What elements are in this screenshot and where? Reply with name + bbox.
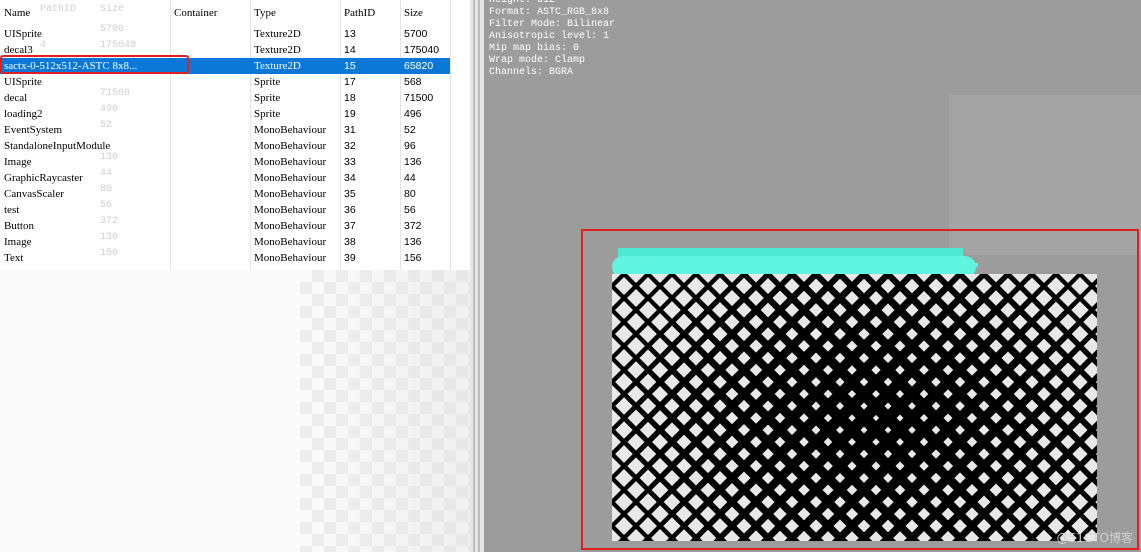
cell-type: Sprite (254, 108, 281, 120)
cell-size: 372 (404, 220, 422, 232)
table-row[interactable]: Image MonoBehaviour 38 136 (0, 234, 450, 250)
cell-type: MonoBehaviour (254, 252, 327, 264)
cell-name: loading2 (4, 108, 43, 120)
column-header-pathid[interactable]: PathID (344, 0, 375, 26)
info-line: Mip map bias: 0 (489, 43, 580, 54)
cell-size: 5700 (404, 28, 428, 40)
cell-type: Sprite (254, 76, 281, 88)
info-line: Filter Mode: Bilinear (489, 19, 616, 30)
info-line: Anisotropic level: 1 (489, 31, 610, 42)
cell-type: MonoBehaviour (254, 220, 327, 232)
cell-name: Text (4, 252, 24, 264)
cell-name: Image (4, 156, 32, 168)
cell-type: MonoBehaviour (254, 140, 327, 152)
cell-type: Texture2D (254, 60, 301, 72)
table-row[interactable]: Button MonoBehaviour 37 372 (0, 218, 450, 234)
table-row[interactable]: loading2 Sprite 19 496 (0, 106, 450, 122)
cell-size: 136 (404, 156, 422, 168)
cell-name: test (4, 204, 20, 216)
cell-size: 80 (404, 188, 416, 200)
cell-name: Image (4, 236, 32, 248)
cell-type: MonoBehaviour (254, 236, 327, 248)
column-header-size[interactable]: Size (404, 0, 423, 26)
asset-table-header: Name Container Type PathID Size (0, 0, 470, 26)
table-row[interactable]: test MonoBehaviour 36 56 (0, 202, 450, 218)
cell-size: 175040 (404, 44, 440, 56)
splitter-grip (473, 0, 475, 552)
cell-size: 65820 (404, 60, 434, 72)
cell-size: 71500 (404, 92, 434, 104)
cell-size: 568 (404, 76, 422, 88)
info-line: Height: 512 (489, 0, 556, 6)
cell-type: Sprite (254, 92, 281, 104)
cell-type: MonoBehaviour (254, 172, 327, 184)
cell-name: Button (4, 220, 34, 232)
table-row[interactable]: StandaloneInputModule MonoBehaviour 32 96 (0, 138, 450, 154)
info-line: Channels: BGRA (489, 67, 574, 78)
table-row[interactable]: EventSystem MonoBehaviour 31 52 (0, 122, 450, 138)
selected-row-highlight-frame (0, 55, 189, 74)
cell-name: CanvasScaler (4, 188, 64, 200)
texture-preview-panel: Height: 512 Format: ASTC_RGB_8x8 Filter Mo… (484, 0, 1141, 552)
cell-size: 136 (404, 236, 422, 248)
cell-size: 496 (404, 108, 422, 120)
cell-type: Texture2D (254, 28, 301, 40)
cell-name: StandaloneInputModule (4, 140, 111, 152)
cell-size: 44 (404, 172, 416, 184)
column-header-type[interactable]: Type (254, 0, 276, 26)
asset-list-panel: PathID Size 5700 4 175040 71500 496 52 136 44 80 56… (0, 0, 470, 552)
table-row[interactable]: UISprite Sprite 17 568 (0, 74, 450, 90)
texture-highlight-frame (581, 229, 1139, 550)
splitter-grip (478, 0, 480, 552)
table-row[interactable]: Text MonoBehaviour 39 156 (0, 250, 450, 266)
cell-type: Texture2D (254, 44, 301, 56)
cell-type: MonoBehaviour (254, 188, 327, 200)
cell-name: UISprite (4, 28, 42, 40)
cell-name: EventSystem (4, 124, 63, 136)
info-line: Format: ASTC_RGB_8x8 (489, 7, 610, 18)
table-row[interactable]: UISprite Texture2D 13 5700 (0, 26, 450, 42)
table-row[interactable]: CanvasScaler MonoBehaviour 35 80 (0, 186, 450, 202)
cell-size: 52 (404, 124, 416, 136)
table-row[interactable]: Image MonoBehaviour 33 136 (0, 154, 450, 170)
cell-type: MonoBehaviour (254, 156, 327, 168)
texture-info: Height: 512 Format: ASTC_RGB_8x8 Filter Mo… (489, 0, 615, 79)
column-header-name[interactable]: Name (4, 0, 30, 26)
cell-name: GraphicRaycaster (4, 172, 83, 184)
info-line: Wrap mode: Clamp (489, 55, 586, 66)
cell-size: 156 (404, 252, 422, 264)
cell-name: decal (4, 92, 28, 104)
list-empty-area (0, 270, 470, 552)
panel-splitter[interactable] (470, 0, 484, 552)
watermark-text: @51CTO博客 (1056, 531, 1133, 545)
column-header-container[interactable]: Container (174, 0, 217, 26)
column-divider (450, 0, 451, 270)
cell-type: MonoBehaviour (254, 204, 327, 216)
table-row[interactable]: GraphicRaycaster MonoBehaviour 34 44 (0, 170, 450, 186)
table-row[interactable]: decal Sprite 18 71500 (0, 90, 450, 106)
cell-type: MonoBehaviour (254, 124, 327, 136)
cell-size: 56 (404, 204, 416, 216)
cell-size: 96 (404, 140, 416, 152)
cell-name: UISprite (4, 76, 42, 88)
